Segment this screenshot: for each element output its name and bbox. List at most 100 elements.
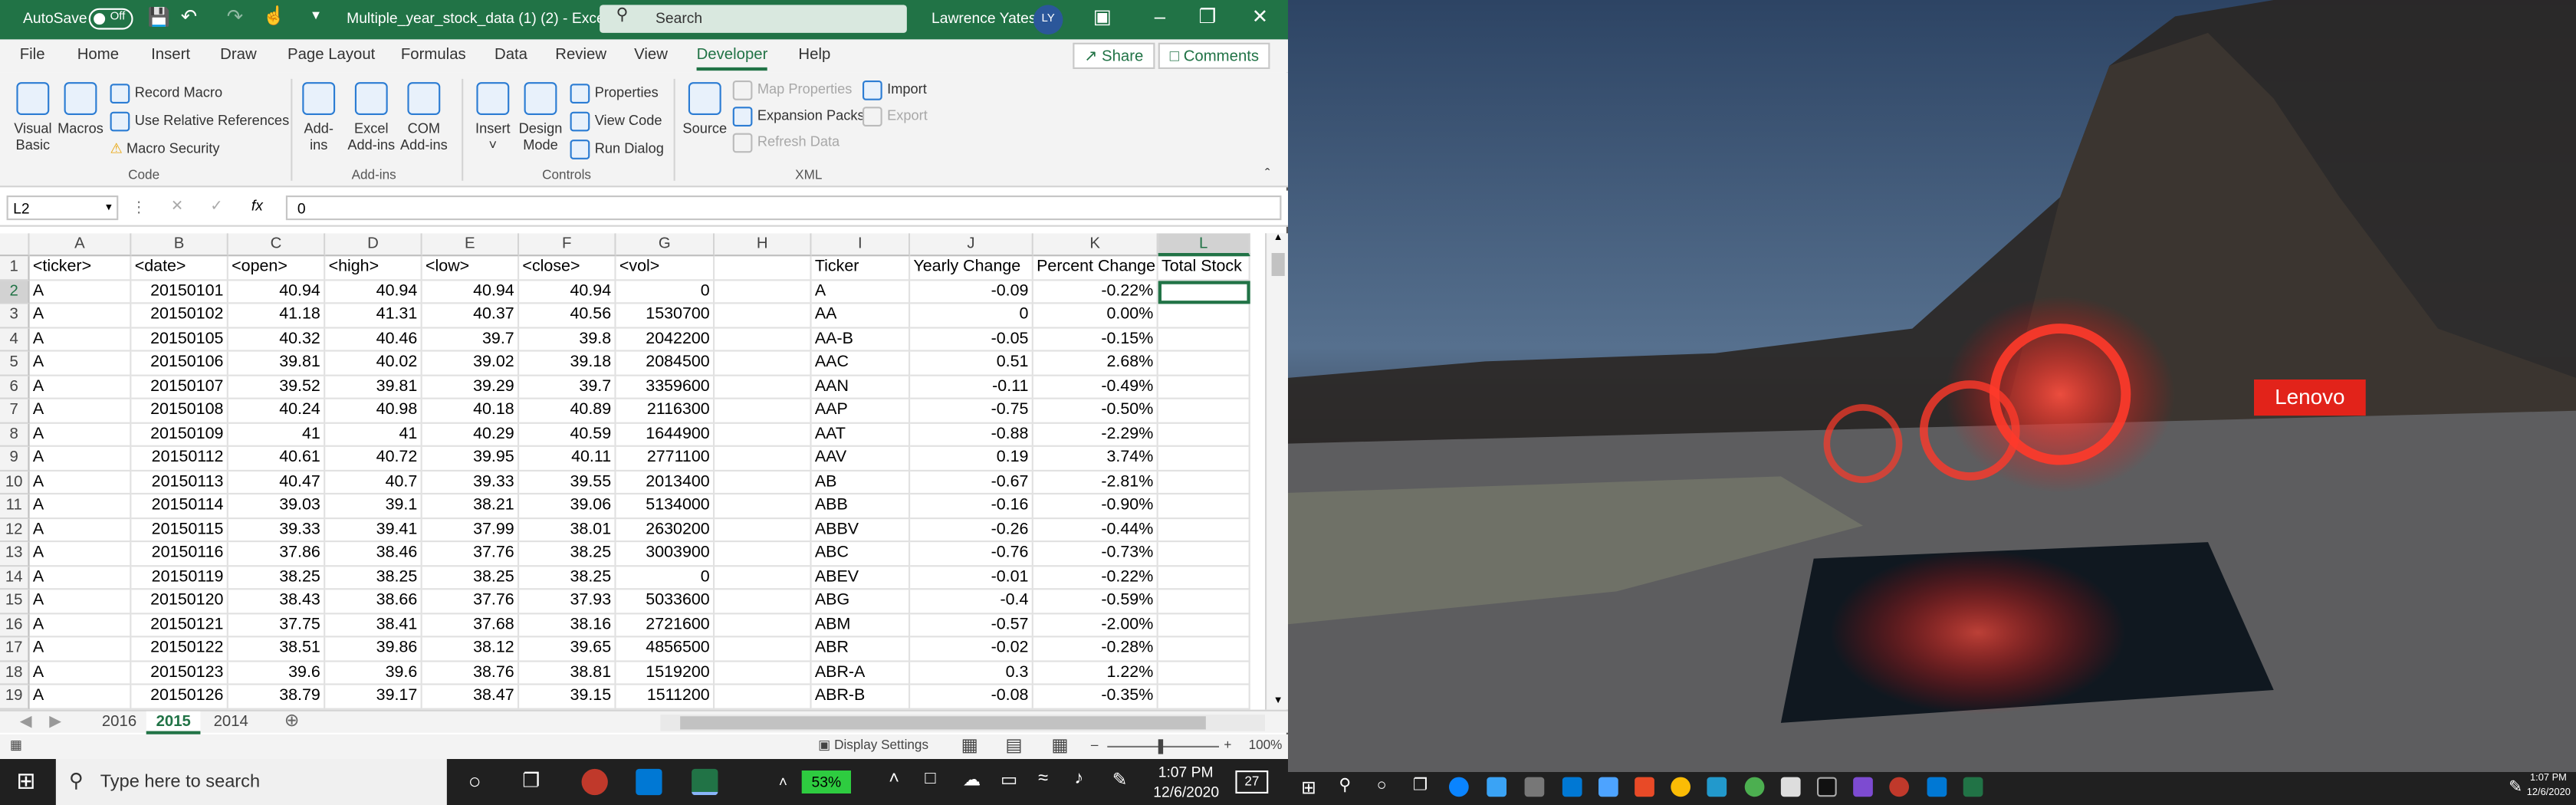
wifi-icon[interactable]: ≈ [1038, 769, 1048, 789]
table-cell[interactable]: 40.7 [325, 470, 422, 495]
tab-draw[interactable]: Draw [220, 46, 257, 64]
windows-start-icon[interactable]: ⊞ [16, 767, 35, 795]
table-cell[interactable]: 39.41 [325, 518, 422, 543]
table-cell[interactable]: 39.1 [325, 495, 422, 519]
ribbon-display-icon[interactable]: ▣ [1088, 5, 1118, 28]
table-cell[interactable]: 39.18 [519, 351, 616, 376]
table-cell[interactable]: ABR-B [811, 685, 911, 709]
table-cell[interactable]: -0.35% [1033, 685, 1158, 709]
tab-help[interactable]: Help [798, 46, 830, 64]
table-cell[interactable] [1158, 351, 1250, 376]
table-cell[interactable]: -0.02 [910, 637, 1033, 662]
table-cell[interactable]: 38.25 [325, 566, 422, 590]
app-tray-icon[interactable]: □ [925, 769, 935, 789]
table-cell[interactable]: 20150107 [131, 375, 228, 399]
table-cell[interactable]: A [29, 590, 132, 614]
row-header[interactable]: 14 [0, 566, 30, 590]
table-cell[interactable]: 40.72 [325, 446, 422, 471]
cancel-icon[interactable]: ✕ [171, 197, 183, 215]
table-cell[interactable]: A [29, 470, 132, 495]
table-cell[interactable]: A [29, 661, 132, 685]
table-cell[interactable]: -0.11 [910, 375, 1033, 399]
table-cell[interactable] [1158, 495, 1250, 519]
insert-control-button[interactable]: Insert ˅ [472, 82, 514, 153]
table-cell[interactable]: 20150119 [131, 566, 228, 590]
table-cell[interactable] [715, 280, 812, 304]
table-cell[interactable]: 38.79 [228, 685, 326, 709]
tab-home[interactable]: Home [77, 46, 119, 64]
column-header-i[interactable]: I [811, 233, 911, 257]
table-cell[interactable]: 39.8 [519, 327, 616, 352]
formula-input[interactable]: 0 [285, 195, 1282, 221]
import-button[interactable]: Import [863, 79, 927, 100]
edge-icon[interactable] [1449, 777, 1469, 797]
table-cell[interactable]: 1511200 [616, 685, 715, 709]
table-cell[interactable]: 37.68 [422, 613, 520, 638]
sheet-tab-2015[interactable]: 2015 [146, 711, 201, 734]
table-cell[interactable]: 39.33 [228, 518, 326, 543]
table-cell[interactable] [1158, 685, 1250, 709]
table-cell[interactable]: 1519200 [616, 661, 715, 685]
zoom-slider-thumb[interactable] [1158, 739, 1164, 754]
store-icon[interactable] [1524, 777, 1545, 797]
table-cell[interactable]: 40.47 [228, 470, 326, 495]
use-relative-references-button[interactable]: Use Relative References [110, 110, 289, 131]
table-cell[interactable]: 40.94 [422, 280, 520, 304]
table-cell[interactable] [715, 613, 812, 638]
row-header[interactable]: 17 [0, 637, 30, 662]
table-cell[interactable]: 20150108 [131, 399, 228, 423]
page-layout-view-icon[interactable]: ▤ [1005, 734, 1022, 756]
zoom-in-icon[interactable]: + [1224, 738, 1231, 752]
row-header[interactable]: 18 [0, 661, 30, 685]
table-cell[interactable] [715, 327, 812, 352]
com-add-ins-button[interactable]: COM Add-ins [399, 82, 449, 153]
table-cell[interactable]: 39.52 [228, 375, 326, 399]
table-cell[interactable]: 0.19 [910, 446, 1033, 471]
restore-icon[interactable]: ❐ [1193, 5, 1223, 28]
excel-taskbar-icon[interactable] [692, 768, 718, 796]
table-cell[interactable]: -0.22% [1033, 566, 1158, 590]
table-cell[interactable]: A [29, 495, 132, 519]
table-cell[interactable]: 38.66 [325, 590, 422, 614]
column-header-l[interactable]: L [1158, 233, 1250, 257]
column-header-a[interactable]: A [29, 233, 132, 257]
collapse-ribbon-icon[interactable]: ˆ [1265, 164, 1270, 184]
table-cell[interactable]: 2042200 [616, 327, 715, 352]
column-header-k[interactable]: K [1033, 233, 1158, 257]
table-cell[interactable]: ABR [811, 637, 911, 662]
name-box[interactable]: L2 ▾ [6, 195, 119, 221]
table-cell[interactable] [715, 590, 812, 614]
excel-add-ins-button[interactable]: Excel Add-ins [345, 82, 398, 153]
visual-basic-button[interactable]: Visual Basic [10, 82, 56, 153]
table-cell[interactable] [1158, 566, 1250, 590]
table-cell[interactable]: A [29, 542, 132, 567]
table-cell[interactable]: 40.24 [228, 399, 326, 423]
table-cell[interactable]: -0.67 [910, 470, 1033, 495]
taskbar-time[interactable]: 1:07 PM [1158, 764, 1214, 780]
table-cell[interactable] [1158, 375, 1250, 399]
table-cell[interactable]: AA-B [811, 327, 911, 352]
touch-mode-icon[interactable]: ☝ [263, 5, 285, 27]
table-cell[interactable]: 40.59 [519, 422, 616, 447]
table-cell[interactable]: 37.93 [519, 590, 616, 614]
table-cell[interactable]: 38.81 [519, 661, 616, 685]
table-cell[interactable] [1158, 422, 1250, 447]
table-cell[interactable]: 20150120 [131, 590, 228, 614]
row-header[interactable]: 3 [0, 304, 30, 328]
vertical-scrollbar[interactable]: ▲ ▼ [1265, 233, 1288, 710]
record-macro-button[interactable]: Record Macro [110, 82, 222, 104]
table-cell[interactable]: 37.76 [422, 590, 520, 614]
table-cell[interactable]: 38.41 [325, 613, 422, 638]
table-cell[interactable] [1158, 446, 1250, 471]
table-cell[interactable] [715, 470, 812, 495]
share-button[interactable]: ↗ Share [1073, 42, 1155, 69]
table-cell[interactable]: 2771100 [616, 446, 715, 471]
table-cell[interactable]: 38.01 [519, 518, 616, 543]
table-cell[interactable]: -0.49% [1033, 375, 1158, 399]
table-cell[interactable]: 0 [910, 304, 1033, 328]
table-cell[interactable]: 20150116 [131, 542, 228, 567]
row-header[interactable]: 4 [0, 327, 30, 352]
table-cell[interactable]: 40.94 [325, 280, 422, 304]
scroll-thumb[interactable] [1271, 253, 1285, 276]
header-cell[interactable]: Total Stock [1158, 256, 1250, 281]
